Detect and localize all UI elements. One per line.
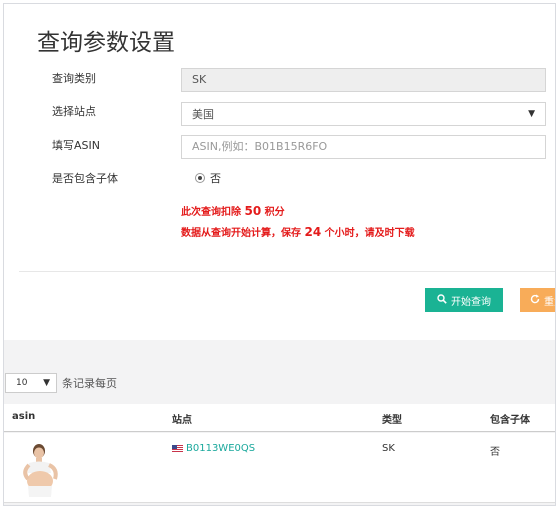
points-notice-suffix: 积分 (264, 207, 285, 218)
page-title: 查询参数设置 (37, 30, 175, 56)
asin-label: 填写ASIN (52, 139, 100, 152)
chevron-down-icon: ▼ (43, 378, 50, 388)
chevron-down-icon: ▼ (528, 109, 535, 119)
row-site-cell: B0113WE0QS (172, 443, 255, 454)
refresh-icon (530, 294, 540, 307)
table-header: asin 站点 类型 包含子体 (4, 404, 555, 432)
start-query-button[interactable]: 开始查询 (425, 288, 503, 312)
search-icon (437, 293, 447, 307)
site-label: 选择站点 (52, 105, 96, 118)
reset-label: 重置 (544, 296, 555, 308)
radio-option-label: 否 (210, 172, 221, 185)
validity-notice-suffix: 个小时，请及时下载 (324, 228, 415, 239)
us-flag-icon (172, 444, 183, 453)
reset-button[interactable]: 重置 (520, 288, 555, 312)
page-size-label: 条记录每页 (62, 377, 117, 390)
validity-notice-prefix: 数据从查询开始计算，保存 (181, 228, 301, 239)
column-header-asin[interactable]: asin (12, 411, 35, 422)
validity-notice: 数据从查询开始计算，保存 24 个小时，请及时下载 (181, 224, 415, 239)
row-include-children-cell: 否 (490, 447, 500, 458)
table-row: B0113WE0QS SK 否 (4, 433, 555, 503)
product-thumbnail (12, 439, 70, 497)
include-children-label: 是否包含子体 (52, 172, 118, 185)
column-header-site[interactable]: 站点 (172, 411, 192, 426)
query-type-label: 查询类别 (52, 72, 96, 85)
query-settings-panel: 查询参数设置 查询类别 SK 选择站点 美国 ▼ 填写ASIN ASIN,例如：… (4, 4, 555, 340)
points-notice-value: 50 (244, 204, 262, 218)
page-size-control: 10 ▼ 条记录每页 (5, 373, 117, 393)
points-notice: 此次查询扣除 50 积分 (181, 203, 285, 218)
page-size-select[interactable]: 10 ▼ (5, 373, 57, 393)
window-frame: 查询参数设置 查询类别 SK 选择站点 美国 ▼ 填写ASIN ASIN,例如：… (3, 3, 556, 506)
column-header-include-children[interactable]: 包含子体 (490, 411, 530, 426)
asin-link-text: B0113WE0QS (186, 443, 256, 454)
asin-link[interactable]: B0113WE0QS (172, 443, 255, 454)
asin-input[interactable]: ASIN,例如：B01B15R6FO (181, 135, 546, 159)
radio-selected-icon[interactable] (195, 173, 205, 183)
start-query-label: 开始查询 (451, 296, 491, 308)
validity-notice-value: 24 (304, 225, 322, 239)
site-select-value: 美国 (192, 108, 214, 121)
include-children-radio[interactable]: 否 (195, 170, 221, 186)
points-notice-prefix: 此次查询扣除 (181, 207, 241, 218)
form-divider (19, 271, 555, 272)
query-type-field: SK (181, 68, 546, 92)
column-header-type[interactable]: 类型 (382, 411, 402, 426)
page-size-value: 10 (16, 378, 28, 388)
row-type-cell: SK (382, 443, 395, 454)
site-select[interactable]: 美国 ▼ (181, 102, 546, 126)
